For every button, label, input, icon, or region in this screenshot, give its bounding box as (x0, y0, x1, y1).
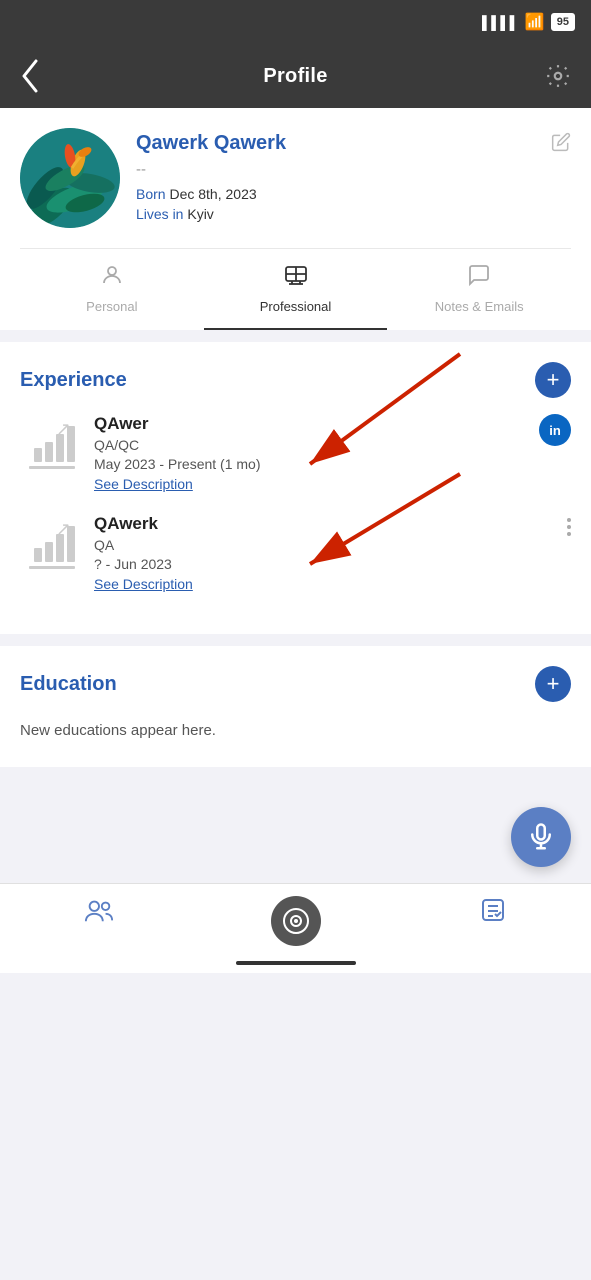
tab-professional[interactable]: Professional (204, 249, 388, 330)
tab-notes-label: Notes & Emails (435, 299, 524, 314)
experience-section: Experience + ↗ QAwer QA/QC May 2023 - Pr… (0, 342, 591, 634)
experience-title: Experience (20, 369, 127, 392)
exp-content-2: QAwerk QA ? - Jun 2023 See Description (94, 514, 553, 594)
exp-company-1: QAwer (94, 414, 525, 434)
home-indicator (236, 961, 356, 965)
born-label: Born (136, 186, 166, 202)
add-education-button[interactable]: + (535, 666, 571, 702)
education-empty: New educations appear here. (20, 718, 571, 747)
profile-born: Born Dec 8th, 2023 (136, 186, 535, 202)
settings-button[interactable] (535, 63, 571, 89)
edit-button[interactable] (551, 132, 571, 158)
profile-info: Qawerk Qawerk -- Born Dec 8th, 2023 Live… (136, 128, 535, 222)
fab-container (0, 767, 591, 883)
exp-link-2[interactable]: See Description (94, 576, 193, 592)
education-header: Education + (20, 666, 571, 702)
exp-item-2: ↗ QAwerk QA ? - Jun 2023 See Description (20, 514, 571, 594)
born-date: Dec 8th, 2023 (169, 186, 256, 202)
nav-home[interactable] (197, 896, 394, 946)
profile-card: Qawerk Qawerk -- Born Dec 8th, 2023 Live… (0, 108, 591, 330)
lives-city: Kyiv (187, 206, 213, 222)
profile-top: Qawerk Qawerk -- Born Dec 8th, 2023 Live… (20, 128, 571, 248)
exp-role-2: QA (94, 537, 553, 553)
gap-2 (0, 634, 591, 646)
page-title: Profile (263, 65, 327, 88)
tab-professional-label: Professional (260, 299, 332, 314)
exp-item-1: ↗ QAwer QA/QC May 2023 - Present (1 mo) … (20, 414, 571, 494)
notes-icon (467, 263, 491, 293)
tabs: Personal Professional Notes (20, 248, 571, 330)
exp-icon-1: ↗ (20, 414, 80, 474)
wifi-icon: 📶 (525, 12, 545, 32)
linkedin-badge-1[interactable]: in (539, 414, 571, 446)
home-icon (271, 896, 321, 946)
mic-fab[interactable] (511, 807, 571, 867)
tab-personal-label: Personal (86, 299, 137, 314)
exp-menu-button-2[interactable] (567, 514, 571, 536)
bottom-nav (0, 883, 591, 973)
personal-icon (100, 263, 124, 293)
exp-role-1: QA/QC (94, 437, 525, 453)
gap-1 (0, 330, 591, 342)
nav-contacts[interactable] (0, 896, 197, 931)
status-bar: ▌▌▌▌ 📶 95 (0, 0, 591, 44)
add-experience-button[interactable]: + (535, 362, 571, 398)
education-title: Education (20, 673, 117, 696)
header: Profile (0, 44, 591, 108)
exp-company-2: QAwerk (94, 514, 553, 534)
profile-name: Qawerk Qawerk (136, 132, 535, 155)
tab-notes[interactable]: Notes & Emails (387, 249, 571, 330)
signal-icon: ▌▌▌▌ (482, 15, 519, 30)
profile-subtitle: -- (136, 161, 535, 178)
exp-icon-2: ↗ (20, 514, 80, 574)
experience-header: Experience + (20, 362, 571, 398)
exp-dates-1: May 2023 - Present (1 mo) (94, 456, 525, 472)
nav-tasks[interactable] (394, 896, 591, 931)
education-section: Education + New educations appear here. (0, 646, 591, 767)
status-icons: ▌▌▌▌ 📶 95 (482, 12, 575, 32)
exp-link-1[interactable]: See Description (94, 476, 193, 492)
avatar[interactable] (20, 128, 120, 228)
battery-indicator: 95 (551, 13, 575, 31)
back-button[interactable] (20, 59, 56, 93)
exp-content-1: QAwer QA/QC May 2023 - Present (1 mo) Se… (94, 414, 525, 494)
contacts-icon (84, 896, 114, 931)
professional-icon (284, 263, 308, 293)
lives-label: Lives in (136, 206, 183, 222)
tab-personal[interactable]: Personal (20, 249, 204, 330)
tasks-icon (479, 896, 507, 931)
profile-lives: Lives in Kyiv (136, 206, 535, 222)
exp-dates-2: ? - Jun 2023 (94, 556, 553, 572)
